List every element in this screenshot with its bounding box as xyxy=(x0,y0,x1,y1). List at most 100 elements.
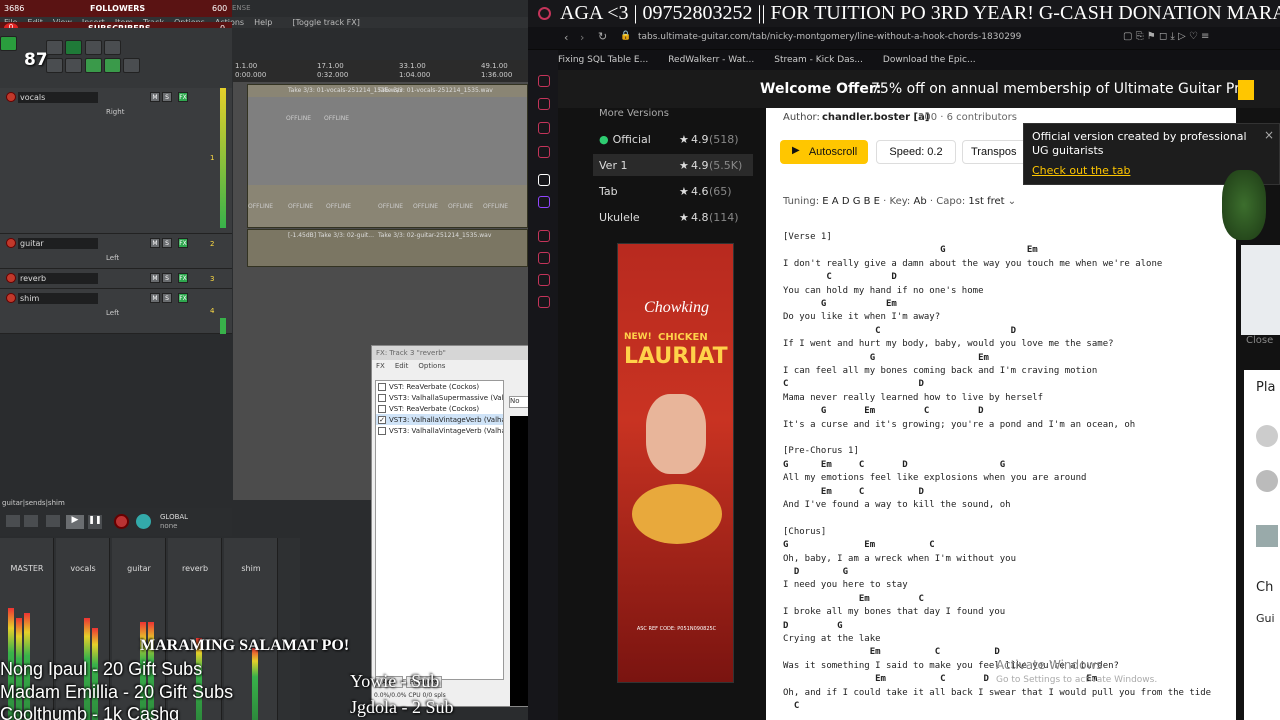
reload-icon[interactable]: ↻ xyxy=(598,30,607,43)
chord-line[interactable]: G Em C D G xyxy=(783,460,1005,470)
sidebar-icon[interactable] xyxy=(538,230,550,242)
fx-menu-options[interactable]: Options xyxy=(418,360,445,372)
chord-line[interactable]: G Em xyxy=(783,245,1038,255)
fx-enable-checkbox[interactable]: ✓ xyxy=(378,415,386,424)
fx-button[interactable]: FX xyxy=(178,238,188,248)
chord-line[interactable]: C D xyxy=(783,326,1016,336)
chord-line[interactable]: Em C D xyxy=(783,647,1000,657)
author-name[interactable]: chandler.boster [a] xyxy=(822,112,929,123)
go-end-button[interactable] xyxy=(24,515,38,527)
sidebar-icon[interactable] xyxy=(538,252,550,264)
fx-button[interactable]: FX xyxy=(178,273,188,283)
welcome-offer-banner[interactable]: Welcome Offer: 75% off on annual members… xyxy=(558,70,1280,108)
chord-line[interactable]: C D xyxy=(783,272,896,282)
record-arm-button[interactable] xyxy=(6,273,16,283)
mute-button[interactable]: M xyxy=(150,293,160,303)
kick-icon[interactable] xyxy=(0,36,17,51)
avatar[interactable] xyxy=(1256,470,1278,492)
chord-line[interactable]: Em C xyxy=(783,594,924,604)
close-icon[interactable]: × xyxy=(1264,128,1274,142)
url-field[interactable]: tabs.ultimate-guitar.com/tab/nicky-montg… xyxy=(638,32,1021,42)
sidebar-icon[interactable] xyxy=(538,146,550,158)
solo-button[interactable]: S xyxy=(162,273,172,283)
toolbar-button[interactable] xyxy=(65,40,82,55)
track-guitar[interactable]: guitar M S FX Left 2 xyxy=(0,234,232,269)
sidebar-icon[interactable] xyxy=(538,122,550,134)
record-arm-button[interactable] xyxy=(6,92,16,102)
chord-line[interactable]: D G xyxy=(783,567,848,577)
version-ukulele[interactable]: Ukulele ★ 4.8 (114) xyxy=(593,206,753,228)
fx-chain-window[interactable]: FX: Track 3 "reverb" FX Edit Options VST… xyxy=(371,345,528,707)
menu-help[interactable]: Help xyxy=(254,18,272,27)
toolbar-button[interactable] xyxy=(65,58,82,73)
fx-enable-checkbox[interactable] xyxy=(378,404,386,413)
track-name[interactable]: vocals xyxy=(18,92,98,103)
chord-line[interactable]: G Em xyxy=(783,353,989,363)
sidebar-icon[interactable] xyxy=(538,98,550,110)
timeline-ruler[interactable]: 1.1.00 0:00.000 17.1.00 0:32.000 33.1.00… xyxy=(233,60,528,82)
toolbar-icons[interactable]: ▢ ⎘ ⚑ ◻ ⤓ ▷ ♡ ≡ xyxy=(1123,31,1209,42)
close-ad-button[interactable]: Close xyxy=(1246,335,1273,346)
fx-item[interactable]: VST3: ValhallaSupermassive (Val... xyxy=(376,392,503,403)
settings-icon[interactable] xyxy=(538,296,550,308)
track-reverb[interactable]: reverb M S FX 3 xyxy=(0,269,232,289)
record-button[interactable] xyxy=(114,514,129,529)
pause-button[interactable]: ❚❚ xyxy=(88,515,102,529)
toolbar-button[interactable] xyxy=(85,40,102,55)
advertisement[interactable]: Chowking NEW! CHICKEN LAURIAT ASC REF CO… xyxy=(617,243,734,683)
sidebar-icon[interactable] xyxy=(538,174,550,186)
stop-button[interactable] xyxy=(46,515,60,527)
chord-line[interactable]: G Em C xyxy=(783,540,935,550)
repeat-button[interactable] xyxy=(136,514,151,529)
tuning-value[interactable]: E A D G B E xyxy=(822,196,880,207)
play-button[interactable]: ▶ xyxy=(66,515,84,529)
track-name[interactable]: guitar xyxy=(18,238,98,249)
bookmark[interactable]: RedWalkerr - Wat... xyxy=(668,55,754,65)
loop-icon[interactable] xyxy=(104,58,121,73)
bookmark[interactable]: Stream - Kick Das... xyxy=(774,55,863,65)
version-tab[interactable]: Tab ★ 4.6 (65) xyxy=(593,180,753,202)
fx-item[interactable]: VST: ReaVerbate (Cockos) xyxy=(376,381,503,392)
popup-link[interactable]: Check out the tab xyxy=(1032,164,1130,177)
avatar[interactable] xyxy=(1256,525,1278,547)
fx-enable-checkbox[interactable] xyxy=(378,393,386,402)
fx-item[interactable]: ✓ VST3: ValhallaVintageVerb (Valha... xyxy=(376,414,503,425)
bookmark[interactable]: Fixing SQL Table E... xyxy=(558,55,648,65)
media-item-vocals[interactable]: Take 3/3: 01-vocals-251214_1535.wav Take… xyxy=(247,84,528,228)
opera-icon[interactable] xyxy=(538,7,551,20)
bookmark[interactable]: Download the Epic... xyxy=(883,55,976,65)
mute-button[interactable]: M xyxy=(150,92,160,102)
track-vocals[interactable]: vocals FX M S Right 1 xyxy=(0,88,232,234)
toolbar-button[interactable] xyxy=(104,40,121,55)
twitch-icon[interactable] xyxy=(538,196,550,208)
fx-item[interactable]: VST: ReaVerbate (Cockos) xyxy=(376,403,503,414)
fx-item[interactable]: VST3: ValhallaVintageVerb (Valha... xyxy=(376,425,503,436)
fx-enable-checkbox[interactable] xyxy=(378,426,386,435)
fx-menu-edit[interactable]: Edit xyxy=(395,360,409,372)
mute-button[interactable]: M xyxy=(150,273,160,283)
avatar[interactable] xyxy=(1256,425,1278,447)
record-arm-button[interactable] xyxy=(6,293,16,303)
go-start-button[interactable] xyxy=(6,515,20,527)
speed-button[interactable]: Speed: 0.2 xyxy=(876,140,956,164)
solo-button[interactable]: S xyxy=(162,92,172,102)
chord-line[interactable]: G Em C D xyxy=(783,406,984,416)
fx-enable-checkbox[interactable] xyxy=(378,382,386,391)
version-official[interactable]: ● Official ★ 4.9 (518) xyxy=(593,128,753,150)
chord-line[interactable]: Em C D xyxy=(783,487,924,497)
mute-button[interactable]: M xyxy=(150,238,160,248)
toolbar-button[interactable] xyxy=(46,40,63,55)
sidebar-icon[interactable] xyxy=(538,75,550,87)
sidebar-icon[interactable] xyxy=(538,274,550,286)
forward-icon[interactable]: › xyxy=(580,31,584,44)
fx-menu-fx[interactable]: FX xyxy=(376,360,385,372)
grid-icon[interactable] xyxy=(85,58,102,73)
toolbar-button[interactable] xyxy=(46,58,63,73)
fx-button[interactable]: FX xyxy=(178,293,188,303)
track-name[interactable]: reverb xyxy=(18,273,98,284)
chord-line[interactable]: D G xyxy=(783,621,843,631)
chevron-down-icon[interactable]: ⌄ xyxy=(1008,196,1016,207)
lock-icon[interactable] xyxy=(123,58,140,73)
version-ver1[interactable]: Ver 1 ★ 4.9 (5.5K) xyxy=(593,154,753,176)
track-name[interactable]: shim xyxy=(18,293,98,304)
